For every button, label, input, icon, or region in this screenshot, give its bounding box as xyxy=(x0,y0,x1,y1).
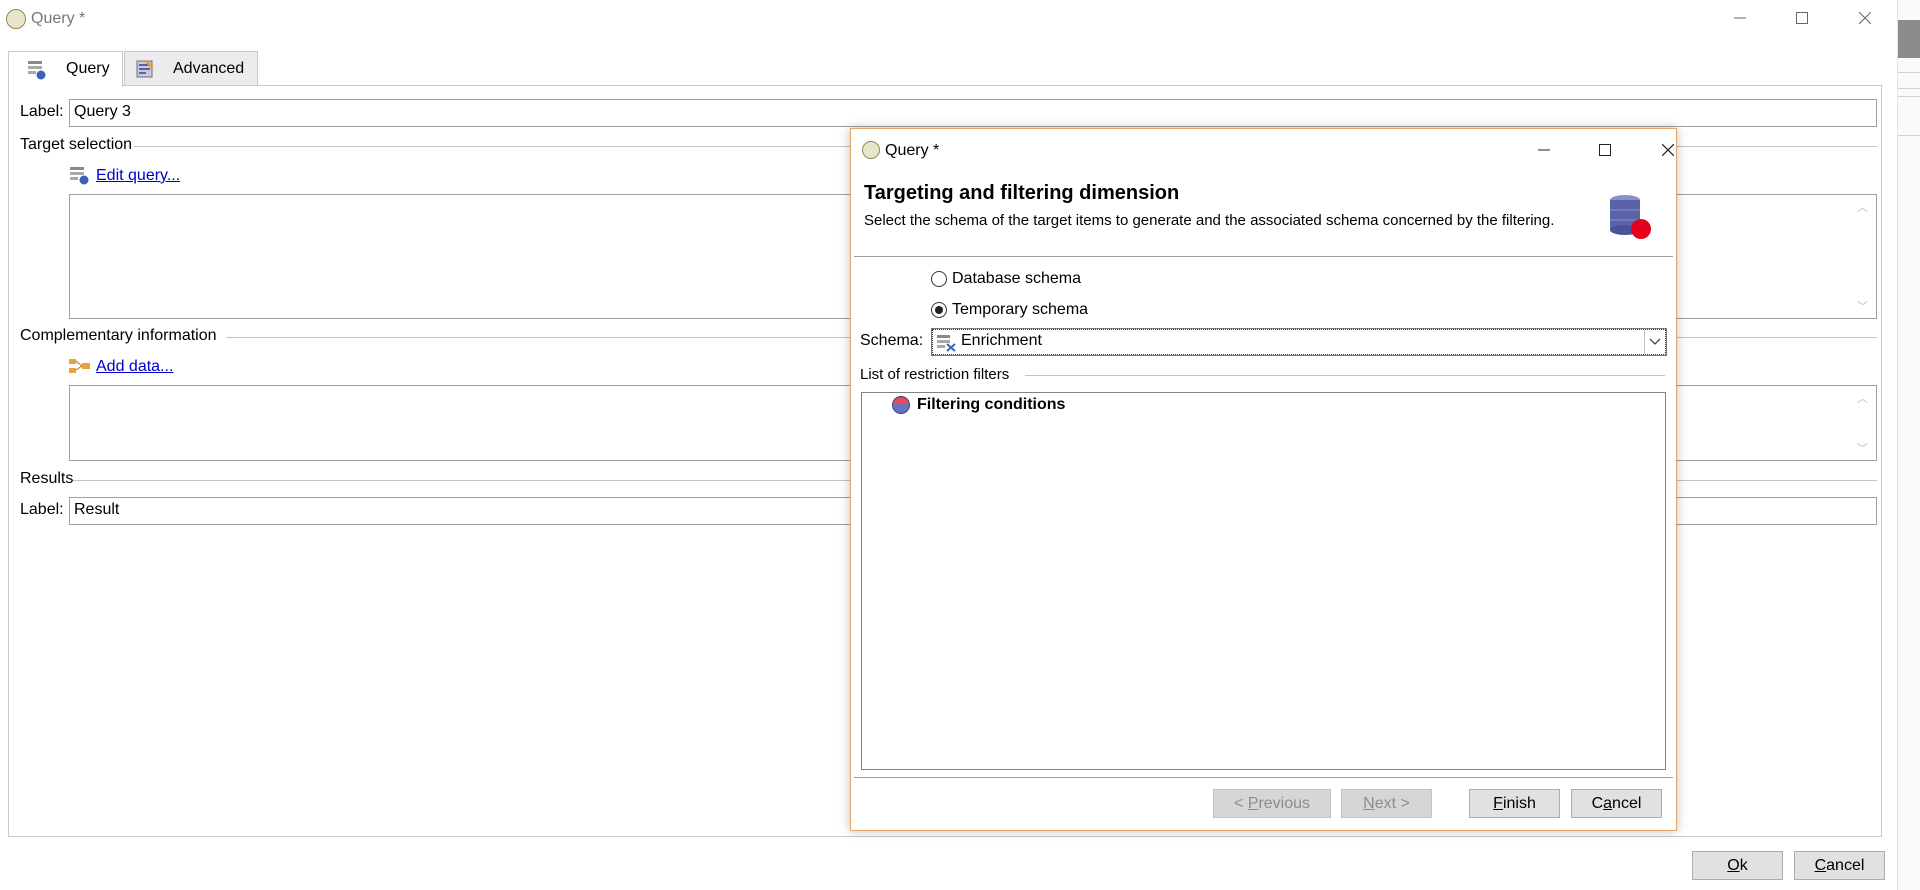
result-label-caption: Label: xyxy=(20,501,64,518)
tab-advanced[interactable]: Advanced xyxy=(124,51,258,85)
schema-select-value: Enrichment xyxy=(961,332,1042,349)
chevron-down-icon xyxy=(1649,338,1661,345)
dialog-cancel-button[interactable]: Ca ncel xyxy=(1571,789,1662,818)
target-selection-title: Target selection xyxy=(20,136,133,153)
tab-query-label: Query xyxy=(66,60,110,77)
results-title: Results xyxy=(20,470,74,487)
database-icon xyxy=(1610,195,1651,239)
dialog-cancel-pre: C xyxy=(1591,794,1604,812)
maximize-icon xyxy=(1796,12,1808,24)
scroll-up-icon[interactable]: ︿ xyxy=(1857,390,1868,406)
schema-dropdown-button[interactable] xyxy=(1644,330,1665,354)
restriction-filters-tree[interactable]: Filtering conditions xyxy=(861,392,1666,770)
dialog-heading: Targeting and filtering dimension xyxy=(864,182,1180,204)
header-separator xyxy=(854,256,1673,257)
ok-accel: O xyxy=(1727,856,1740,874)
minimize-button[interactable] xyxy=(1717,0,1763,36)
close-button[interactable] xyxy=(1842,0,1888,36)
query-icon xyxy=(28,61,46,80)
scroll-up-icon[interactable]: ︿ xyxy=(1857,199,1868,215)
enrichment-icon xyxy=(937,335,956,352)
dialog-description: Select the schema of the target items to… xyxy=(864,212,1555,229)
schema-caption: Schema: xyxy=(860,332,924,349)
tab-query[interactable]: Query xyxy=(8,51,123,87)
finish-accel: F xyxy=(1493,794,1503,812)
dialog-cancel-accel: a xyxy=(1603,794,1613,812)
temporary-schema-radio[interactable] xyxy=(931,302,947,318)
previous-rest: revious xyxy=(1258,794,1311,812)
dialog-minimize-button[interactable] xyxy=(1521,133,1567,167)
finish-button[interactable]: Finish xyxy=(1469,789,1560,818)
dialog-title-bar: Query * xyxy=(851,129,1676,169)
filter-conditions-icon xyxy=(892,396,910,414)
dialog-close-button[interactable] xyxy=(1645,133,1691,167)
schema-select[interactable]: Enrichment xyxy=(931,328,1667,356)
next-rest: ext > xyxy=(1374,794,1410,812)
advanced-icon xyxy=(136,60,154,78)
previous-accel: P xyxy=(1247,794,1259,812)
dialog-title: Query * xyxy=(885,142,940,159)
tab-advanced-label: Advanced xyxy=(173,60,245,77)
footer-separator xyxy=(854,777,1673,778)
maximize-button[interactable] xyxy=(1779,0,1825,36)
tree-root-item[interactable]: Filtering conditions xyxy=(917,396,1065,414)
ok-rest: k xyxy=(1739,856,1748,874)
label-caption: Label: xyxy=(20,103,64,120)
temporary-schema-label: Temporary schema xyxy=(952,301,1089,318)
window-title-bar: Query * xyxy=(0,0,1895,40)
dialog-app-icon xyxy=(862,141,880,159)
edit-query-link[interactable]: Edit query... xyxy=(96,167,180,185)
maximize-icon xyxy=(1599,144,1611,156)
restriction-filters-title: List of restriction filters xyxy=(860,366,1010,383)
cancel-button[interactable]: Cancel xyxy=(1794,851,1885,880)
app-icon xyxy=(6,9,26,29)
cancel-accel: C xyxy=(1814,856,1827,874)
cancel-rest: ancel xyxy=(1826,856,1865,874)
database-schema-label: Database schema xyxy=(952,270,1081,287)
minimize-icon xyxy=(1734,17,1746,19)
background-window-edge xyxy=(1897,0,1920,890)
restriction-divider xyxy=(1025,375,1665,376)
previous-pre: < xyxy=(1233,794,1248,812)
next-accel: N xyxy=(1363,794,1375,812)
close-icon xyxy=(1859,12,1871,24)
next-button[interactable]: Next > xyxy=(1341,789,1432,818)
label-input[interactable]: Query 3 xyxy=(69,99,1877,127)
dialog-cancel-rest: ncel xyxy=(1612,794,1642,812)
dialog-maximize-button[interactable] xyxy=(1582,133,1628,167)
window-title: Query * xyxy=(31,10,86,27)
edit-query-icon xyxy=(70,167,89,185)
close-icon xyxy=(1662,144,1674,156)
database-schema-radio[interactable] xyxy=(931,271,947,287)
ok-button[interactable]: Ok xyxy=(1692,851,1783,880)
scroll-down-icon[interactable]: ﹀ xyxy=(1857,440,1868,456)
add-data-link[interactable]: Add data... xyxy=(96,358,173,376)
complementary-title: Complementary information xyxy=(20,327,217,344)
minimize-icon xyxy=(1538,149,1550,151)
query-dialog: Query * Targeting and filtering dimensio… xyxy=(850,128,1677,831)
finish-rest: inish xyxy=(1502,794,1536,812)
previous-button[interactable]: < Previous xyxy=(1213,789,1331,818)
scroll-down-icon[interactable]: ﹀ xyxy=(1857,298,1868,314)
add-data-icon xyxy=(69,359,90,373)
